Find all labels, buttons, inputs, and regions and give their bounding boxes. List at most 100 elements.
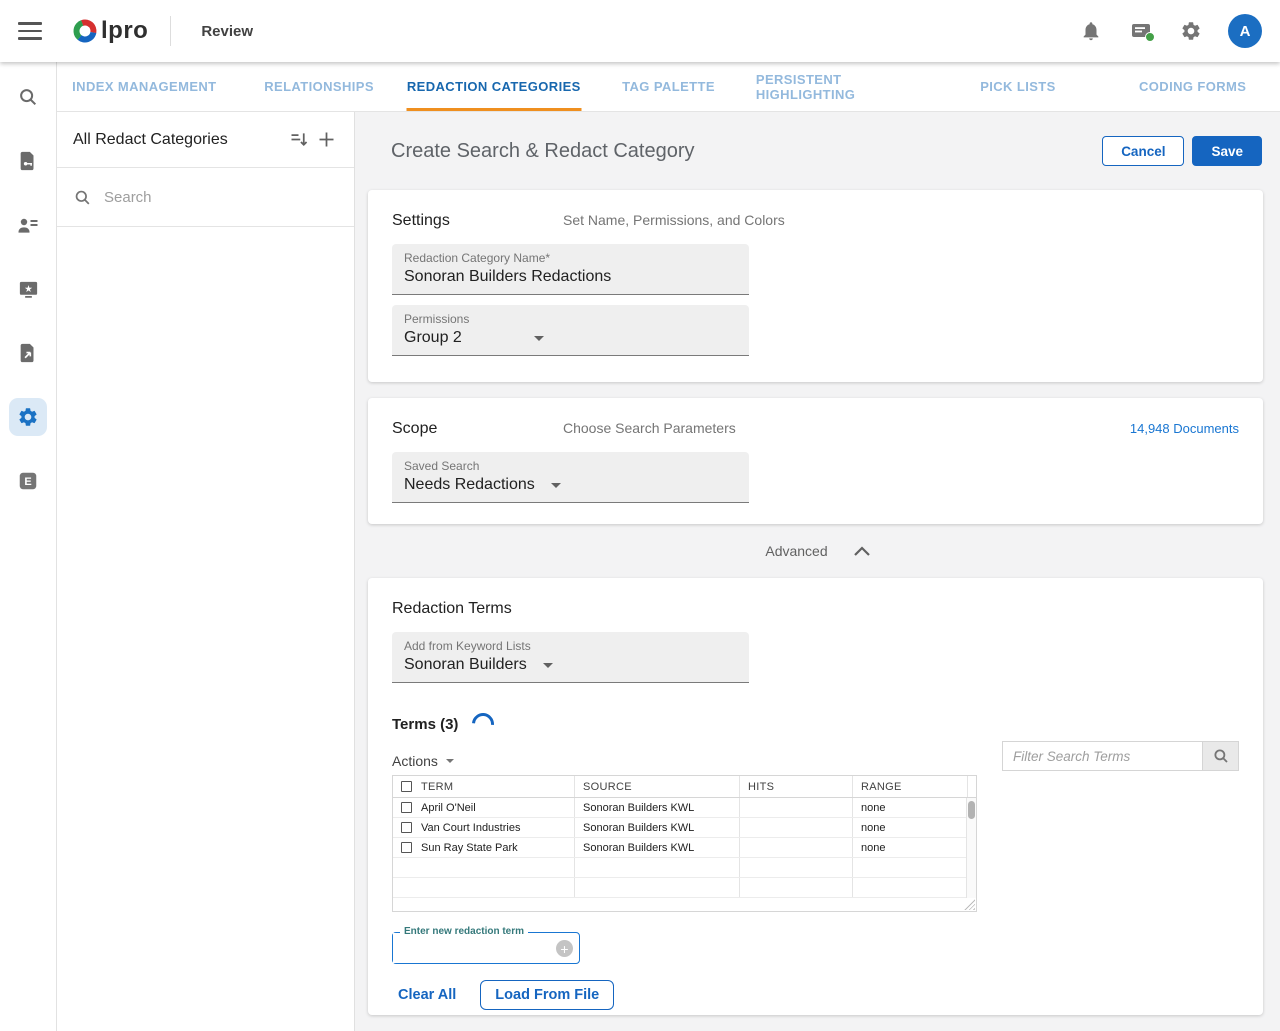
top-app-bar: lpro Review A [0,0,1280,62]
saved-search-dropdown[interactable]: Saved Search Needs Redactions [392,452,749,503]
table-row[interactable]: Van Court Industries Sonoran Builders KW… [393,818,976,838]
keyword-lists-dropdown[interactable]: Add from Keyword Lists Sonoran Builders [392,632,749,683]
search-icon[interactable] [9,78,47,116]
scope-card: Scope Choose Search Parameters 14,948 Do… [368,398,1263,524]
scrollbar-thumb[interactable] [968,801,975,819]
resize-handle[interactable] [964,899,975,910]
tab-index-management[interactable]: INDEX MANAGEMENT [57,62,232,111]
permissions-label: Permissions [404,312,737,326]
new-redaction-term-input[interactable] [393,933,543,963]
settings-card-subtitle: Set Name, Permissions, and Colors [563,212,1239,228]
left-icon-rail: ★ E [0,62,57,1031]
svg-text:★: ★ [24,283,33,294]
notifications-bell-icon[interactable] [1078,18,1104,44]
online-status-dot [1145,32,1155,42]
col-range: RANGE [853,776,968,797]
cancel-button[interactable]: Cancel [1102,136,1184,166]
chevron-down-icon [534,336,544,341]
row-checkbox[interactable] [401,822,412,833]
logo-text: lpro [101,17,148,45]
saved-search-value: Needs Redactions [404,476,535,494]
actions-label: Actions [392,753,438,769]
main-content: Create Search & Redact Category Cancel S… [355,112,1280,1031]
scope-card-subtitle: Choose Search Parameters [563,420,1130,436]
table-row[interactable]: April O'Neil Sonoran Builders KWL none [393,798,976,818]
categories-search [57,168,354,227]
cell-source: Sonoran Builders KWL [575,798,740,817]
section-tab-bar: INDEX MANAGEMENT RELATIONSHIPS REDACTION… [57,62,1280,112]
ipro-logo-swirl-icon [72,18,98,44]
redaction-category-name-label: Redaction Category Name* [404,251,737,265]
redaction-category-name-field[interactable]: Redaction Category Name* Sonoran Builder… [392,244,749,295]
keyword-lists-value: Sonoran Builders [404,656,527,674]
loading-spinner-icon [468,709,499,740]
load-from-file-button[interactable]: Load From File [480,980,614,1010]
table-row[interactable]: Sun Ray State Park Sonoran Builders KWL … [393,838,976,858]
col-source: SOURCE [575,776,740,797]
save-button[interactable]: Save [1192,136,1262,166]
add-term-plus-icon[interactable]: + [556,940,573,957]
ipro-logo: lpro [72,17,148,45]
enterprise-e-icon[interactable]: E [9,462,47,500]
table-scrollbar[interactable] [966,798,976,898]
cell-source: Sonoran Builders KWL [575,818,740,837]
col-term: TERM [421,781,453,793]
terms-table-header: TERM SOURCE HITS RANGE [393,776,976,798]
person-list-icon[interactable] [9,206,47,244]
advanced-toggle[interactable]: Advanced [355,524,1280,578]
table-footer-strip [393,898,976,911]
cell-range: none [853,798,968,817]
cell-source: Sonoran Builders KWL [575,838,740,857]
cell-term: Van Court Industries [421,822,520,834]
search-icon [73,188,92,207]
page-title: Create Search & Redact Category [391,140,1102,163]
tab-relationships[interactable]: RELATIONSHIPS [232,62,407,111]
topbar-divider [170,16,171,46]
settings-gear-icon-active[interactable] [9,398,47,436]
system-status-icon[interactable] [1128,18,1154,44]
new-redaction-term-field: Enter new redaction term + [392,932,580,964]
add-category-icon[interactable] [312,126,340,154]
terms-table: TERM SOURCE HITS RANGE April O'Neil Sono… [392,775,977,912]
tab-redaction-categories[interactable]: REDACTION CATEGORIES [406,62,581,111]
user-avatar[interactable]: A [1228,14,1262,48]
actions-dropdown[interactable]: Actions [392,753,454,771]
hamburger-menu-icon[interactable] [18,22,42,40]
tab-pick-lists[interactable]: PICK LISTS [931,62,1106,111]
settings-card: Settings Set Name, Permissions, and Colo… [368,190,1263,382]
cell-term: April O'Neil [421,802,476,814]
redaction-terms-card: Redaction Terms Add from Keyword Lists S… [368,578,1263,1015]
row-checkbox[interactable] [401,842,412,853]
col-hits: HITS [740,776,853,797]
file-export-icon[interactable] [9,334,47,372]
settings-gear-icon[interactable] [1178,18,1204,44]
permissions-value: Group 2 [404,329,462,347]
select-all-checkbox[interactable] [401,781,412,792]
categories-panel: All Redact Categories [57,112,355,1031]
documents-count-link[interactable]: 14,948 Documents [1130,421,1239,436]
redaction-category-name-value: Sonoran Builders Redactions [404,268,611,286]
search-icon [1212,747,1230,765]
scope-card-title: Scope [392,420,563,438]
document-key-icon[interactable] [9,142,47,180]
table-row-empty [393,858,976,878]
row-checkbox[interactable] [401,802,412,813]
monitor-star-icon[interactable]: ★ [9,270,47,308]
tab-persistent-highlighting[interactable]: PERSISTENT HIGHLIGHTING [756,62,931,111]
module-title: Review [201,23,253,40]
tab-coding-forms[interactable]: CODING FORMS [1105,62,1280,111]
chevron-down-icon [551,483,561,488]
sort-icon[interactable] [284,126,312,154]
redaction-terms-title: Redaction Terms [392,600,1239,618]
new-redaction-term-label: Enter new redaction term [400,926,528,937]
cell-term: Sun Ray State Park [421,842,518,854]
clear-all-button[interactable]: Clear All [392,983,462,1007]
categories-search-input[interactable] [104,189,324,206]
permissions-dropdown[interactable]: Permissions Group 2 [392,305,749,356]
terms-count-label: Terms (3) [392,716,458,733]
chevron-down-icon [543,663,553,668]
filter-search-terms-input[interactable] [1002,741,1202,771]
tab-tag-palette[interactable]: TAG PALETTE [581,62,756,111]
settings-card-title: Settings [392,212,563,230]
filter-search-button[interactable] [1202,741,1239,771]
